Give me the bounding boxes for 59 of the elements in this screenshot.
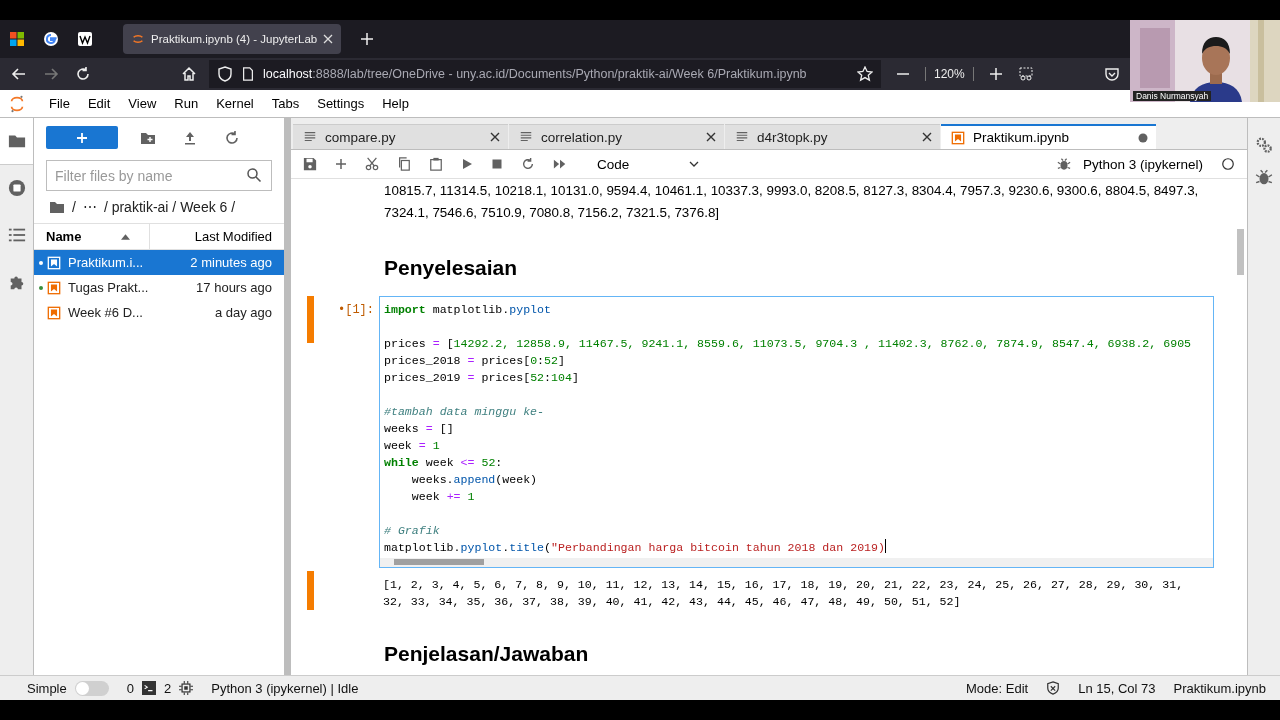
code-line: import matplotlib.pyplot [384,302,551,318]
code-line: weeks = [] [384,421,454,437]
output-text: 32, 33, 34, 35, 36, 37, 38, 39, 40, 41, 42, 43, 44, 45, 46, 47, 48, 49, 50, 51, 52] [383,594,962,610]
file-name: Tugas Prakt... [68,280,149,295]
file-name: Week #6 D... [68,305,143,320]
output-text: [1, 2, 3, 4, 5, 6, 7, 8, 9, 10, 11, 12, 13, 14, 15, 16, 17, 18, 19, 20, 21, 22, 23, 24, 25, 26, 27, 28, 29, 30, 31, [383,577,1184,593]
terminal-count: 0 [126,680,134,696]
output-text: 7324.1, 7546.6, 7510.9, 7080.8, 7156.2, 7321.5, 7376.8] [384,204,721,222]
modified-time: a day ago [214,305,272,320]
file-name: Praktikum.ipynb [1173,680,1266,696]
file-row[interactable]: Praktikum.i... 2 minutes ago [34,250,284,275]
code-line: week += 1 [410,489,475,505]
kernel-name[interactable]: Python 3 (ipykernel) [1082,156,1203,172]
zoom-level: 120% [925,67,974,81]
document-tab[interactable]: d4r3topk.py [725,124,940,149]
execution-prompt: •[1]: [338,302,375,319]
editor-mode: Mode: Edit [966,680,1029,696]
kernel-count: 2 [164,680,172,696]
name-column-header[interactable]: Name [46,229,121,244]
code-line: prices_2019 = prices[52:104] [384,370,579,386]
breadcrumb[interactable]: / [72,199,76,215]
code-line: weeks.append(week) [410,472,538,488]
filter-field[interactable]: Filter files by name [46,160,272,191]
menu-item[interactable]: File [40,96,79,111]
heading: Penyelesaian [384,256,519,280]
cell-type-dropdown[interactable]: Code [597,156,700,172]
kernel-status[interactable]: Python 3 (ipykernel) | Idle [211,680,359,696]
document-tab[interactable]: Praktikum.ipynb [941,124,1156,149]
document-tab[interactable]: compare.py [293,124,508,149]
code-line: prices_2018 = prices[0:52] [384,353,565,369]
menu-item[interactable]: Tabs [262,96,309,111]
menu-item[interactable]: Edit [78,96,120,111]
code-line: matplotlib.pyplot.title("Perbandingan harga bitcoin tahun 2018 dan 2019) [384,539,886,556]
document-tab[interactable]: correlation.py [509,124,724,149]
file-name: Praktikum.i... [68,255,144,270]
address-field[interactable]: localhost:8888/lab/tree/OneDrive - uny.ac.id/Documents/Python/praktik-ai/Week 6/Praktikum.ipynb [209,60,881,88]
simple-mode-label: Simple [27,680,67,696]
code-line: while week <= 52: [384,455,503,471]
tab-title: Praktikum.ipynb (4) - JupyterLab [151,33,318,45]
code-line: week = 1 [384,438,440,454]
browser-tab[interactable]: Praktikum.ipynb (4) - JupyterLab [123,24,342,54]
menu-item[interactable]: View [119,96,166,111]
menu-item[interactable]: Run [165,96,208,111]
menu-item[interactable]: Help [373,96,418,111]
menu-item[interactable]: Settings [308,96,374,111]
menu-item[interactable]: Kernel [207,96,263,111]
breadcrumb[interactable]: ⋯ [82,199,97,215]
output-text: 10815.7, 11314.5, 10218.1, 10131.0, 9594.4, 10461.1, 10337.3, 9993.0, 8208.5, 8127.3, 8304.4, 7957.3, 9230.6, 9300.6, 8804.5, 8497.3, [384,182,1199,200]
modified-time: 17 hours ago [196,280,272,295]
modified-time: 2 minutes ago [190,255,272,270]
file-row[interactable]: Tugas Prakt... 17 hours ago [34,275,284,300]
file-row[interactable]: Week #6 D... a day ago [34,300,284,325]
participant-name: Danis Nurmansyah [1133,91,1212,101]
code-line: # Grafik [384,523,440,539]
breadcrumb[interactable]: / praktik-ai / Week 6 / [103,199,236,215]
code-line: #tambah data minggu ke- [384,404,545,420]
cursor-position[interactable]: Ln 15, Col 73 [1078,680,1156,696]
code-line: prices = [14292.2, 12858.9, 11467.5, 9241.1, 8559.6, 11073.5, 9704.3 , 11402.3, 8762.0, 7874.9, 8547.4, 6938.2, 6905 [384,336,1192,352]
heading: Penjelasan/Jawaban [384,642,590,666]
